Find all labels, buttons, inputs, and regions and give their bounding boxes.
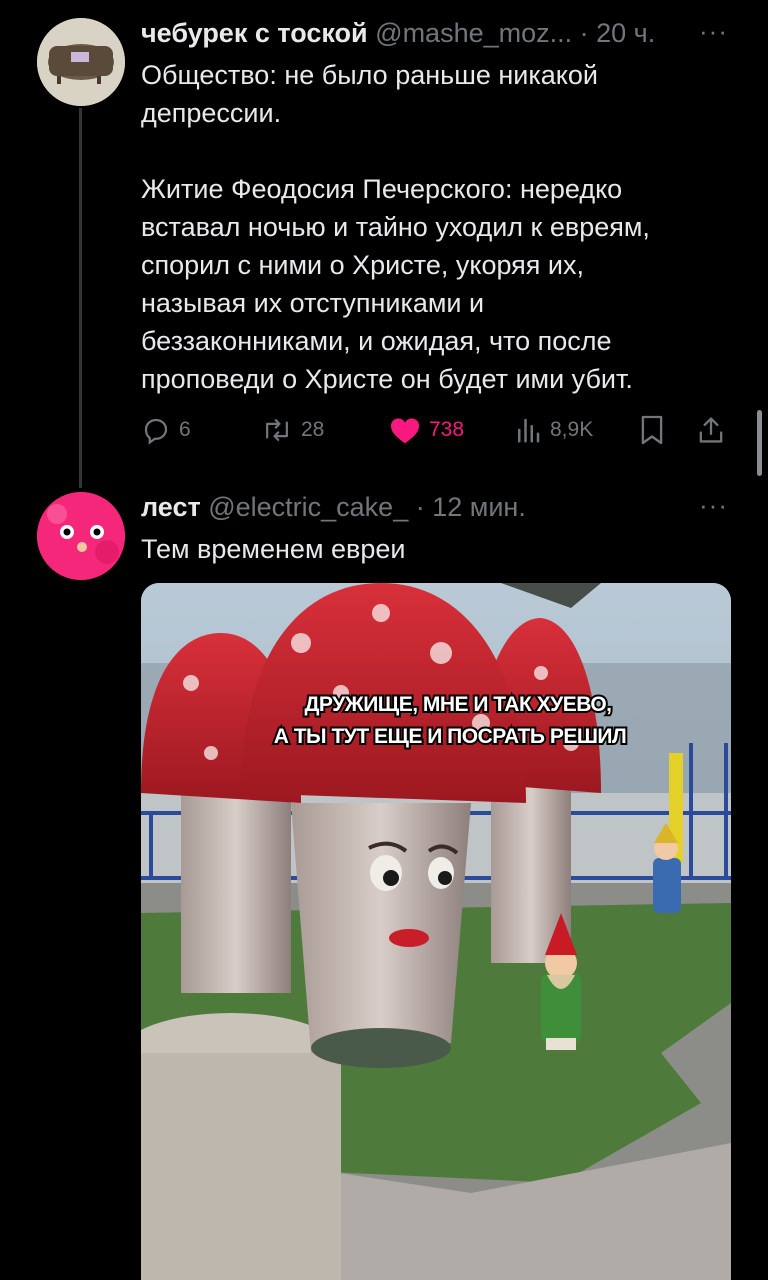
share-icon [697, 414, 725, 446]
author-name[interactable]: лест [141, 492, 201, 522]
scrollbar[interactable] [757, 410, 762, 476]
avatar[interactable] [37, 492, 125, 580]
tweet-time[interactable]: · 20 ч. [580, 18, 656, 48]
bookmark-button[interactable] [639, 412, 665, 448]
reply-count: 6 [179, 418, 191, 441]
meme-caption-line2: А ТЫ ТУТ ЕЩЕ И ПОСРАТЬ РЕШИЛ [274, 725, 627, 748]
tweet-actions: 6 28 738 8,9K [141, 412, 731, 448]
reply-icon [141, 415, 171, 445]
retweet-button[interactable]: 28 [261, 412, 324, 448]
tweet-text: Общество: не было раньше никакой депресс… [141, 60, 650, 394]
retweet-icon [261, 415, 293, 445]
like-button[interactable]: 738 [389, 412, 464, 448]
bookmark-icon [639, 414, 665, 446]
author-handle[interactable]: @mashe_moz... [375, 18, 572, 48]
tweet-media-image[interactable]: ДРУЖИЩЕ, МНЕ И ТАК ХУЕВО, А ТЫ ТУТ ЕЩЕ И… [141, 583, 731, 1280]
author-name[interactable]: чебурек с тоской [141, 18, 368, 48]
tweet-header: лест @electric_cake_ · 12 мин. [141, 492, 526, 523]
meme-caption-line1: ДРУЖИЩЕ, МНЕ И ТАК ХУЕВО, [304, 693, 611, 716]
author-handle[interactable]: @electric_cake_ [208, 492, 408, 522]
tweet-text: Тем временем евреи [141, 534, 406, 564]
views-icon [514, 415, 542, 445]
tweet-time[interactable]: · 12 мин. [416, 492, 526, 522]
reply-button[interactable]: 6 [141, 412, 191, 448]
like-count: 738 [429, 418, 465, 441]
more-icon[interactable]: ··· [699, 16, 728, 47]
thread-connector-line [79, 108, 82, 488]
views-count: 8,9K [550, 418, 594, 441]
more-icon[interactable]: ··· [699, 490, 728, 521]
heart-icon [389, 415, 421, 445]
avatar[interactable] [37, 18, 125, 106]
retweet-count: 28 [301, 418, 325, 441]
views-button[interactable]: 8,9K [514, 412, 593, 448]
tweet-header: чебурек с тоской @mashe_moz... · 20 ч. [141, 18, 655, 49]
share-button[interactable] [697, 412, 725, 448]
